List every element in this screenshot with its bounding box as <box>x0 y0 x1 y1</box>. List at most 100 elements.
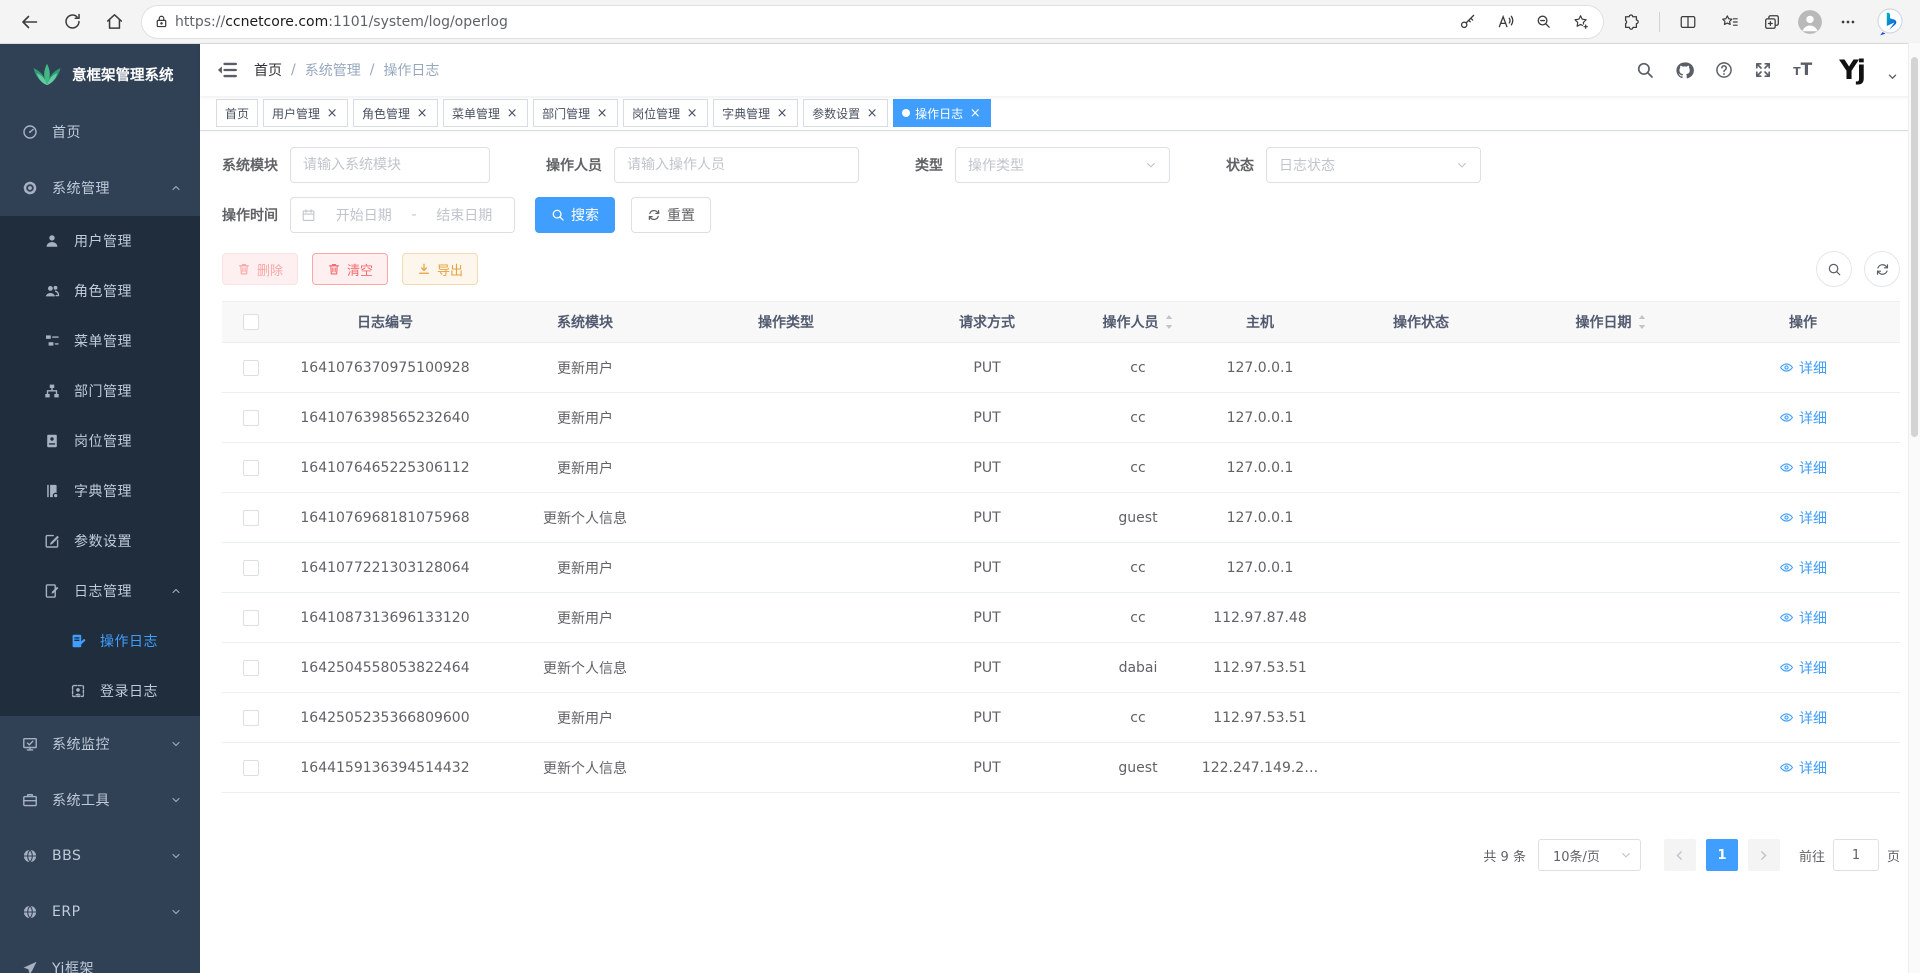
sidebar-item-system-monitor[interactable]: 系统监控 <box>0 716 200 772</box>
operator-input[interactable] <box>614 147 859 183</box>
app-logo[interactable]: 意框架管理系统 <box>0 44 200 104</box>
type-select[interactable]: 操作类型 <box>955 147 1170 183</box>
reset-button[interactable]: 重置 <box>631 197 711 233</box>
sidebar-item-user-mgmt[interactable]: 用户管理 <box>0 216 200 266</box>
sidebar-item-param-settings[interactable]: 参数设置 <box>0 516 200 566</box>
tab-post-mgmt[interactable]: 岗位管理× <box>623 99 708 127</box>
close-icon[interactable]: × <box>865 106 879 121</box>
sidebar-item-home[interactable]: 首页 <box>0 104 200 160</box>
row-checkbox[interactable] <box>243 760 259 776</box>
detail-link[interactable]: 详细 <box>1779 358 1827 378</box>
search-icon[interactable] <box>1636 61 1654 79</box>
browser-back-icon[interactable] <box>12 5 48 39</box>
zoom-out-icon[interactable] <box>1527 8 1559 36</box>
next-page-button[interactable] <box>1748 839 1780 871</box>
detail-link[interactable]: 详细 <box>1779 508 1827 528</box>
export-button[interactable]: 导出 <box>402 253 478 285</box>
page-size-select[interactable]: 10条/页 <box>1538 839 1641 871</box>
detail-link[interactable]: 详细 <box>1779 608 1827 628</box>
row-checkbox[interactable] <box>243 560 259 576</box>
extensions-puzzle-icon[interactable] <box>1613 5 1649 39</box>
yj-brand-logo[interactable]: Yj <box>1839 55 1864 86</box>
close-icon[interactable]: × <box>775 106 789 121</box>
row-checkbox[interactable] <box>243 610 259 626</box>
page-scrollbar[interactable] <box>1908 43 1920 973</box>
detail-link[interactable]: 详细 <box>1779 758 1827 778</box>
row-checkbox[interactable] <box>243 360 259 376</box>
page-number-1[interactable]: 1 <box>1706 839 1738 871</box>
column-label: 操作人员 <box>1103 312 1159 332</box>
browser-home-icon[interactable] <box>96 5 132 39</box>
address-bar[interactable]: https://ccnetcore.com:1101/system/log/op… <box>142 6 1603 38</box>
detail-link[interactable]: 详细 <box>1779 558 1827 578</box>
status-select[interactable]: 日志状态 <box>1266 147 1481 183</box>
close-icon[interactable]: × <box>415 106 429 121</box>
refresh-table-button[interactable] <box>1864 251 1900 287</box>
row-checkbox[interactable] <box>243 510 259 526</box>
show-search-toggle-button[interactable] <box>1816 251 1852 287</box>
column-header-date[interactable]: 操作日期 <box>1516 312 1706 332</box>
sidebar-item-system-mgmt[interactable]: 系统管理 <box>0 160 200 216</box>
prev-page-button[interactable] <box>1664 839 1696 871</box>
sidebar-item-post-mgmt[interactable]: 岗位管理 <box>0 416 200 466</box>
close-icon[interactable]: × <box>685 106 699 121</box>
hamburger-icon[interactable] <box>216 59 238 81</box>
close-icon[interactable]: × <box>595 106 609 121</box>
detail-link[interactable]: 详细 <box>1779 658 1827 678</box>
close-icon[interactable]: × <box>325 106 339 121</box>
sidebar-item-oper-log[interactable]: 操作日志 <box>0 616 200 666</box>
github-icon[interactable] <box>1675 61 1694 80</box>
password-key-icon[interactable] <box>1451 8 1483 36</box>
delete-button[interactable]: 删除 <box>222 253 298 285</box>
detail-link[interactable]: 详细 <box>1779 408 1827 428</box>
sidebar-item-role-mgmt[interactable]: 角色管理 <box>0 266 200 316</box>
help-question-icon[interactable] <box>1715 61 1733 79</box>
sidebar-item-yi-framework[interactable]: Yi框架 <box>0 940 200 973</box>
detail-link[interactable]: 详细 <box>1779 708 1827 728</box>
sidebar-item-menu-mgmt[interactable]: 菜单管理 <box>0 316 200 366</box>
sidebar-item-erp[interactable]: ERP <box>0 884 200 940</box>
split-screen-icon[interactable] <box>1670 5 1706 39</box>
row-checkbox[interactable] <box>243 460 259 476</box>
tab-user-mgmt[interactable]: 用户管理× <box>263 99 348 127</box>
chevron-down-icon[interactable] <box>1887 71 1898 82</box>
browser-refresh-icon[interactable] <box>54 5 90 39</box>
row-checkbox[interactable] <box>243 710 259 726</box>
sidebar-item-dict-mgmt[interactable]: 字典管理 <box>0 466 200 516</box>
scrollbar-thumb[interactable] <box>1911 57 1918 437</box>
row-checkbox[interactable] <box>243 410 259 426</box>
sidebar-item-log-mgmt[interactable]: 日志管理 <box>0 566 200 616</box>
favorites-add-icon[interactable] <box>1565 8 1597 36</box>
text-size-icon[interactable]: TT <box>1793 62 1812 79</box>
row-checkbox[interactable] <box>243 660 259 676</box>
favorites-bar-icon[interactable] <box>1712 5 1748 39</box>
close-icon[interactable]: × <box>505 106 519 121</box>
search-button[interactable]: 搜索 <box>535 197 615 233</box>
tab-menu-mgmt[interactable]: 菜单管理× <box>443 99 528 127</box>
collections-icon[interactable] <box>1754 5 1790 39</box>
date-range-picker[interactable]: 开始日期 - 结束日期 <box>290 197 515 233</box>
sidebar-item-dept-mgmt[interactable]: 部门管理 <box>0 366 200 416</box>
tab-dict-mgmt[interactable]: 字典管理× <box>713 99 798 127</box>
fullscreen-icon[interactable] <box>1754 61 1772 79</box>
clear-button[interactable]: 清空 <box>312 253 388 285</box>
sidebar-item-system-tools[interactable]: 系统工具 <box>0 772 200 828</box>
tab-oper-log[interactable]: 操作日志× <box>893 99 991 127</box>
column-header-operator[interactable]: 操作人员 <box>1082 312 1194 332</box>
select-all-checkbox[interactable] <box>243 314 259 330</box>
tab-role-mgmt[interactable]: 角色管理× <box>353 99 438 127</box>
goto-page-input[interactable] <box>1833 839 1879 871</box>
sidebar-item-bbs[interactable]: BBS <box>0 828 200 884</box>
sidebar-item-login-log[interactable]: 登录日志 <box>0 666 200 716</box>
bing-copilot-icon[interactable] <box>1872 5 1908 39</box>
close-icon[interactable]: × <box>968 106 982 121</box>
detail-link[interactable]: 详细 <box>1779 458 1827 478</box>
tab-dept-mgmt[interactable]: 部门管理× <box>533 99 618 127</box>
module-input[interactable] <box>290 147 490 183</box>
tab-home[interactable]: 首页 <box>216 99 258 127</box>
breadcrumb-item[interactable]: 首页 <box>254 60 282 80</box>
read-aloud-icon[interactable] <box>1489 8 1521 36</box>
browser-profile-avatar[interactable] <box>1796 8 1824 36</box>
browser-menu-dots-icon[interactable] <box>1830 5 1866 39</box>
tab-param-settings[interactable]: 参数设置× <box>803 99 888 127</box>
